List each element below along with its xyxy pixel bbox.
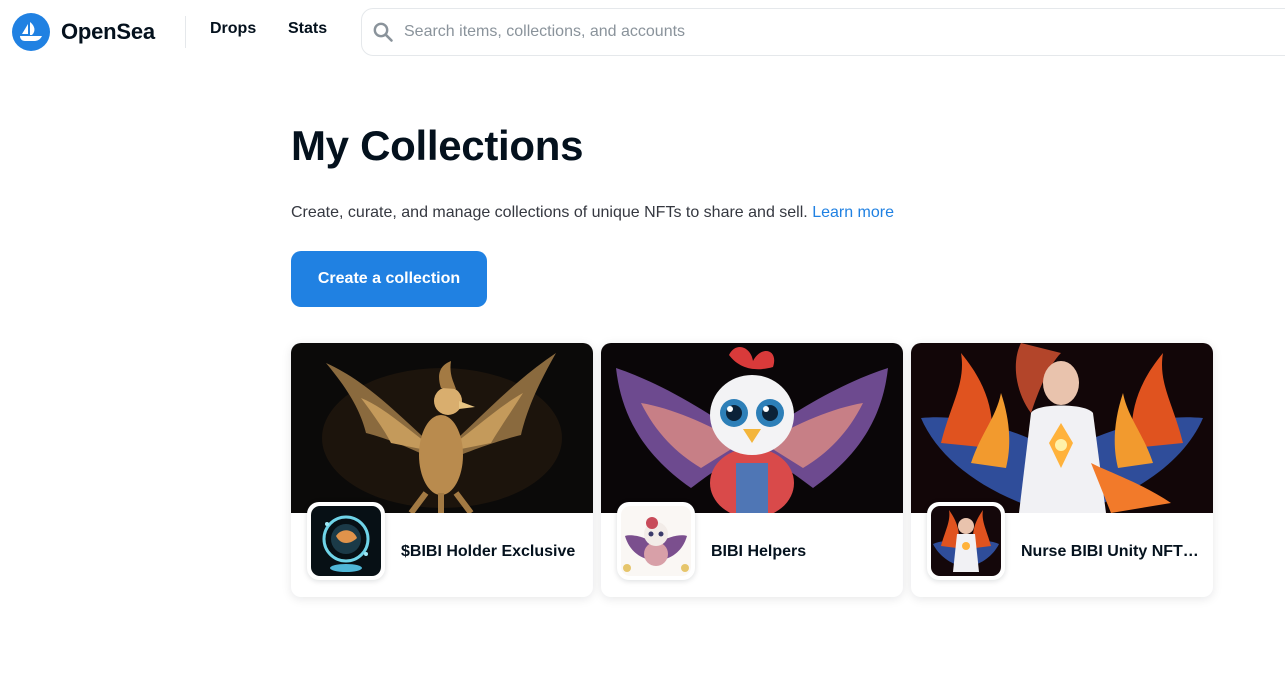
search-input[interactable] — [404, 9, 1264, 55]
top-header: OpenSea Drops Stats — [0, 0, 1285, 66]
nav-stats[interactable]: Stats — [288, 20, 327, 38]
description-text: Create, curate, and manage collections o… — [291, 204, 808, 221]
cosmic-globe-image — [311, 506, 381, 576]
opensea-logo-link[interactable]: OpenSea — [12, 13, 155, 51]
cartoon-chicken-image — [601, 343, 903, 513]
collection-card[interactable]: Nurse BIBI Unity NFT 2023 — [911, 343, 1213, 597]
create-collection-button[interactable]: Create a collection — [291, 251, 487, 307]
search-icon — [373, 22, 393, 42]
collection-avatar — [307, 502, 385, 580]
learn-more-link[interactable]: Learn more — [812, 204, 894, 221]
collection-avatar — [617, 502, 695, 580]
page-title: My Collections — [291, 122, 584, 169]
fire-angel-avatar-image — [931, 506, 1001, 576]
golden-phoenix-image — [291, 343, 593, 513]
opensea-logo-icon — [12, 13, 50, 51]
collection-name: Nurse BIBI Unity NFT 2023 — [1021, 543, 1201, 560]
nav-drops[interactable]: Drops — [210, 20, 256, 38]
chicken-avatar-image — [621, 506, 691, 576]
brand-name: OpenSea — [61, 19, 155, 44]
header-divider — [185, 16, 186, 48]
collection-name: BIBI Helpers — [711, 543, 807, 560]
collection-name: $BIBI Holder Exclusive — [401, 543, 576, 560]
collection-card[interactable]: BIBI Helpers — [601, 343, 903, 597]
page-description: Create, curate, and manage collections o… — [291, 204, 894, 222]
collection-avatar — [927, 502, 1005, 580]
fire-angel-image — [911, 343, 1213, 513]
search-bar[interactable] — [361, 8, 1285, 56]
collection-card[interactable]: $BIBI Holder Exclusive — [291, 343, 593, 597]
